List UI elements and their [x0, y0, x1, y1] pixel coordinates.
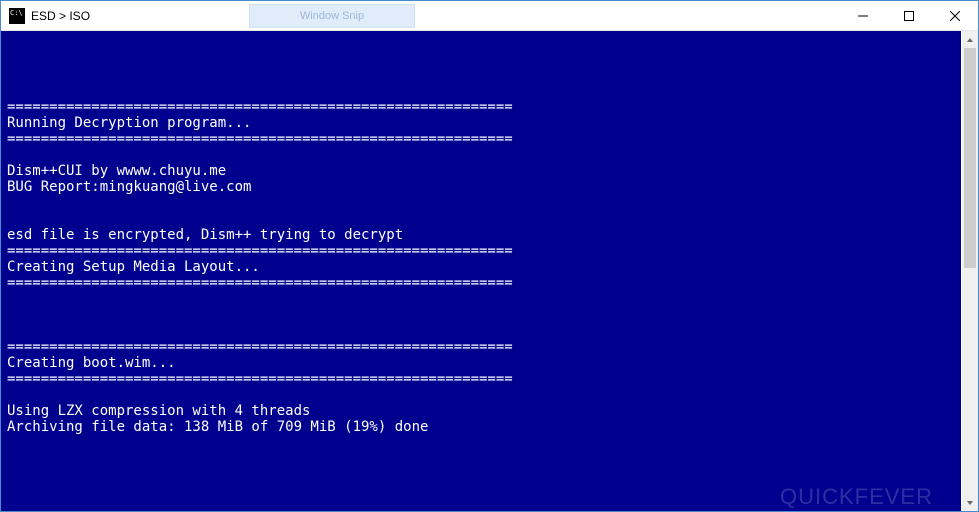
- console-line: [7, 211, 955, 227]
- client-area: ========================================…: [1, 31, 978, 511]
- console-line: ========================================…: [7, 131, 955, 147]
- console-line: [7, 147, 955, 163]
- console-line: [7, 307, 955, 323]
- watermark-light: QUICK: [780, 484, 855, 509]
- scroll-up-button[interactable]: [962, 31, 978, 48]
- snip-overlay: Window Snip: [249, 4, 415, 28]
- console-line: [7, 195, 955, 211]
- console-line: [7, 67, 955, 83]
- console-line: BUG Report:mingkuang@live.com: [7, 179, 955, 195]
- scroll-down-button[interactable]: [962, 494, 978, 511]
- cmd-icon: [9, 8, 25, 24]
- close-button[interactable]: [932, 1, 978, 30]
- console-line: Running Decryption program...: [7, 115, 955, 131]
- vertical-scrollbar[interactable]: [961, 31, 978, 511]
- console-line: ========================================…: [7, 275, 955, 291]
- titlebar[interactable]: ESD > ISO Window Snip: [1, 1, 978, 31]
- console-line: ========================================…: [7, 339, 955, 355]
- console-line: Dism++CUI by wwww.chuyu.me: [7, 163, 955, 179]
- console-line: esd file is encrypted, Dism++ trying to …: [7, 227, 955, 243]
- console-output: ========================================…: [1, 31, 961, 511]
- console-line: Archiving file data: 138 MiB of 709 MiB …: [7, 419, 955, 435]
- console-line: Using LZX compression with 4 threads: [7, 403, 955, 419]
- console-line: ========================================…: [7, 243, 955, 259]
- snip-overlay-label: Window Snip: [300, 10, 364, 22]
- window-controls: [840, 1, 978, 30]
- watermark-bold: FEVER: [855, 484, 933, 509]
- window-title: ESD > ISO: [31, 9, 90, 23]
- scroll-thumb[interactable]: [964, 48, 976, 268]
- console-line: [7, 387, 955, 403]
- scroll-track[interactable]: [962, 48, 978, 494]
- console-line: [7, 323, 955, 339]
- console-line: ========================================…: [7, 99, 955, 115]
- watermark: QUICKFEVER: [780, 489, 933, 505]
- maximize-button[interactable]: [886, 1, 932, 30]
- console-line: [7, 291, 955, 307]
- app-window: ESD > ISO Window Snip ==================…: [0, 0, 979, 512]
- console-line: Creating boot.wim...: [7, 355, 955, 371]
- console-line: Creating Setup Media Layout...: [7, 259, 955, 275]
- console-line: [7, 83, 955, 99]
- console-line: ========================================…: [7, 371, 955, 387]
- minimize-button[interactable]: [840, 1, 886, 30]
